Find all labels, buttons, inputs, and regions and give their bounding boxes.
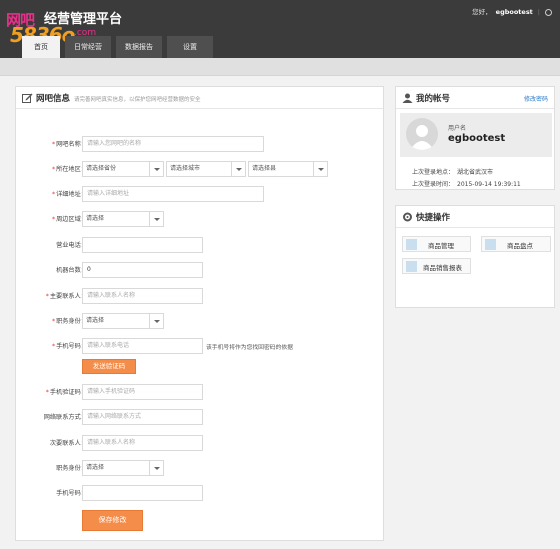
form-row-address: *详细地址： 请输入详细地址 (16, 186, 385, 202)
contact2-input[interactable]: 请输入联系人名称 (82, 435, 203, 451)
settings-icon (403, 212, 412, 222)
form-row-code: *手机验证码： 请输入手机验证码 (16, 384, 385, 400)
form-row-phone: 营业电话： (16, 237, 385, 253)
network-input[interactable]: 请输入网络联系方式 (82, 409, 203, 425)
inventory-icon (485, 239, 496, 250)
form-row-mobile2: 手机号码： (16, 485, 385, 501)
contact-input[interactable]: 请输入联系人名称 (82, 288, 203, 304)
quick-item-product-mgmt[interactable]: 商品管理 (402, 236, 471, 252)
panel-header: 快捷操作 (396, 206, 554, 228)
mobile-hint: 该手机号将作为您找回密码的依据 (206, 345, 293, 351)
greeting: 您好， (472, 8, 492, 16)
chevron-down-icon (231, 162, 245, 176)
netcafe-info-panel: 网吧信息 请完善网吧真实信息，以保护您网吧经营数据的安全 *网吧名称： 请输入您… (15, 86, 384, 541)
top-bar: 网吧 经营管理平台 5836o .com 您好， egbootest | 首页 日常… (0, 0, 560, 58)
chevron-down-icon (149, 314, 163, 328)
quick-item-sales-report[interactable]: 商品销售报表 (402, 258, 471, 274)
avatar (406, 118, 438, 150)
form-row-position2: 职务身份： 请选择 (16, 460, 385, 476)
position-select[interactable]: 请选择 (82, 313, 164, 329)
sub-bar (0, 58, 560, 76)
panel-title: 快捷操作 (416, 213, 451, 223)
code-input[interactable]: 请输入手机验证码 (82, 384, 203, 400)
area-select[interactable]: 请选择 (82, 211, 164, 227)
panel-title: 我的帐号 (416, 94, 451, 104)
last-login-time: 上次登录时间： 2015-09-14 19:39:11 (412, 181, 521, 188)
username-label: 用户名 (448, 125, 467, 132)
chevron-down-icon (313, 162, 327, 176)
panel-header: 网吧信息 请完善网吧真实信息，以保护您网吧经营数据的安全 (16, 87, 383, 109)
address-input[interactable]: 请输入详细地址 (82, 186, 264, 202)
avatar-icon (410, 125, 434, 150)
edit-icon (22, 93, 33, 103)
position2-select[interactable]: 请选择 (82, 460, 164, 476)
form-row-region: *所在地区： 请选择省份 请选择城市 请选择县 (16, 161, 385, 177)
form-row-name: *网吧名称： 请输入您网吧的名称 (16, 136, 385, 152)
form-row-position: *职务身份： 请选择 (16, 313, 385, 329)
form-row-network: 网络联系方式： 请输入网络联系方式 (16, 409, 385, 425)
province-select[interactable]: 请选择省份 (82, 161, 164, 177)
quick-actions-panel: 快捷操作 商品管理 商品盘点 商品销售报表 (395, 205, 555, 308)
username[interactable]: egbootest (496, 8, 533, 16)
form-row-contact: *主要联系人： 请输入联系人名称 (16, 288, 385, 304)
username-value: egbootest (448, 133, 506, 144)
product-icon (406, 239, 417, 250)
phone-input[interactable] (82, 237, 203, 253)
form-row-contact2: 次要联系人： 请输入联系人名称 (16, 435, 385, 451)
county-select[interactable]: 请选择县 (248, 161, 328, 177)
user-area: 您好， egbootest | (472, 6, 552, 16)
change-password-link[interactable]: 修改密码 (524, 94, 548, 103)
report-icon (406, 261, 417, 272)
city-select[interactable]: 请选择城市 (166, 161, 246, 177)
main-nav: 首页 日常经营 数据报告 设置 (22, 36, 213, 58)
tab-home[interactable]: 首页 (22, 36, 60, 58)
mobile-input[interactable]: 请输入联系电话 (82, 338, 203, 354)
chevron-down-icon (149, 461, 163, 475)
power-icon[interactable] (545, 8, 552, 16)
network-label: 网络联系方式： (43, 414, 87, 421)
divider: | (537, 8, 540, 16)
account-panel: 我的帐号 修改密码 用户名 egbootest 上次登录地点： 湖北省武汉市 上次… (395, 86, 555, 190)
tab-daily-ops[interactable]: 日常经营 (65, 36, 111, 58)
user-icon (402, 93, 413, 103)
mobile2-input[interactable] (82, 485, 203, 501)
save-button[interactable]: 保存修改 (82, 510, 143, 531)
tab-data-report[interactable]: 数据报告 (116, 36, 162, 58)
tab-settings[interactable]: 设置 (167, 36, 213, 58)
chevron-down-icon (149, 212, 163, 226)
account-box: 用户名 egbootest (400, 113, 552, 157)
machines-input[interactable]: 0 (82, 262, 203, 278)
form-row-machines: 机器台数： 0 (16, 262, 385, 278)
send-code-button[interactable]: 发送验证码 (82, 359, 136, 374)
form-row-mobile: *手机号码： 请输入联系电话 该手机号将作为您找回密码的依据 (16, 338, 385, 354)
panel-subtitle: 请完善网吧真实信息，以保护您网吧经营数据的安全 (74, 97, 201, 103)
chevron-down-icon (149, 162, 163, 176)
quick-item-product-inventory[interactable]: 商品盘点 (481, 236, 551, 252)
panel-header: 我的帐号 修改密码 (396, 87, 554, 109)
name-input[interactable]: 请输入您网吧的名称 (82, 136, 264, 152)
panel-title: 网吧信息 (36, 94, 71, 104)
form-row-area: *周边区域： 请选择 (16, 211, 385, 227)
last-login-place: 上次登录地点： 湖北省武汉市 (412, 169, 494, 176)
